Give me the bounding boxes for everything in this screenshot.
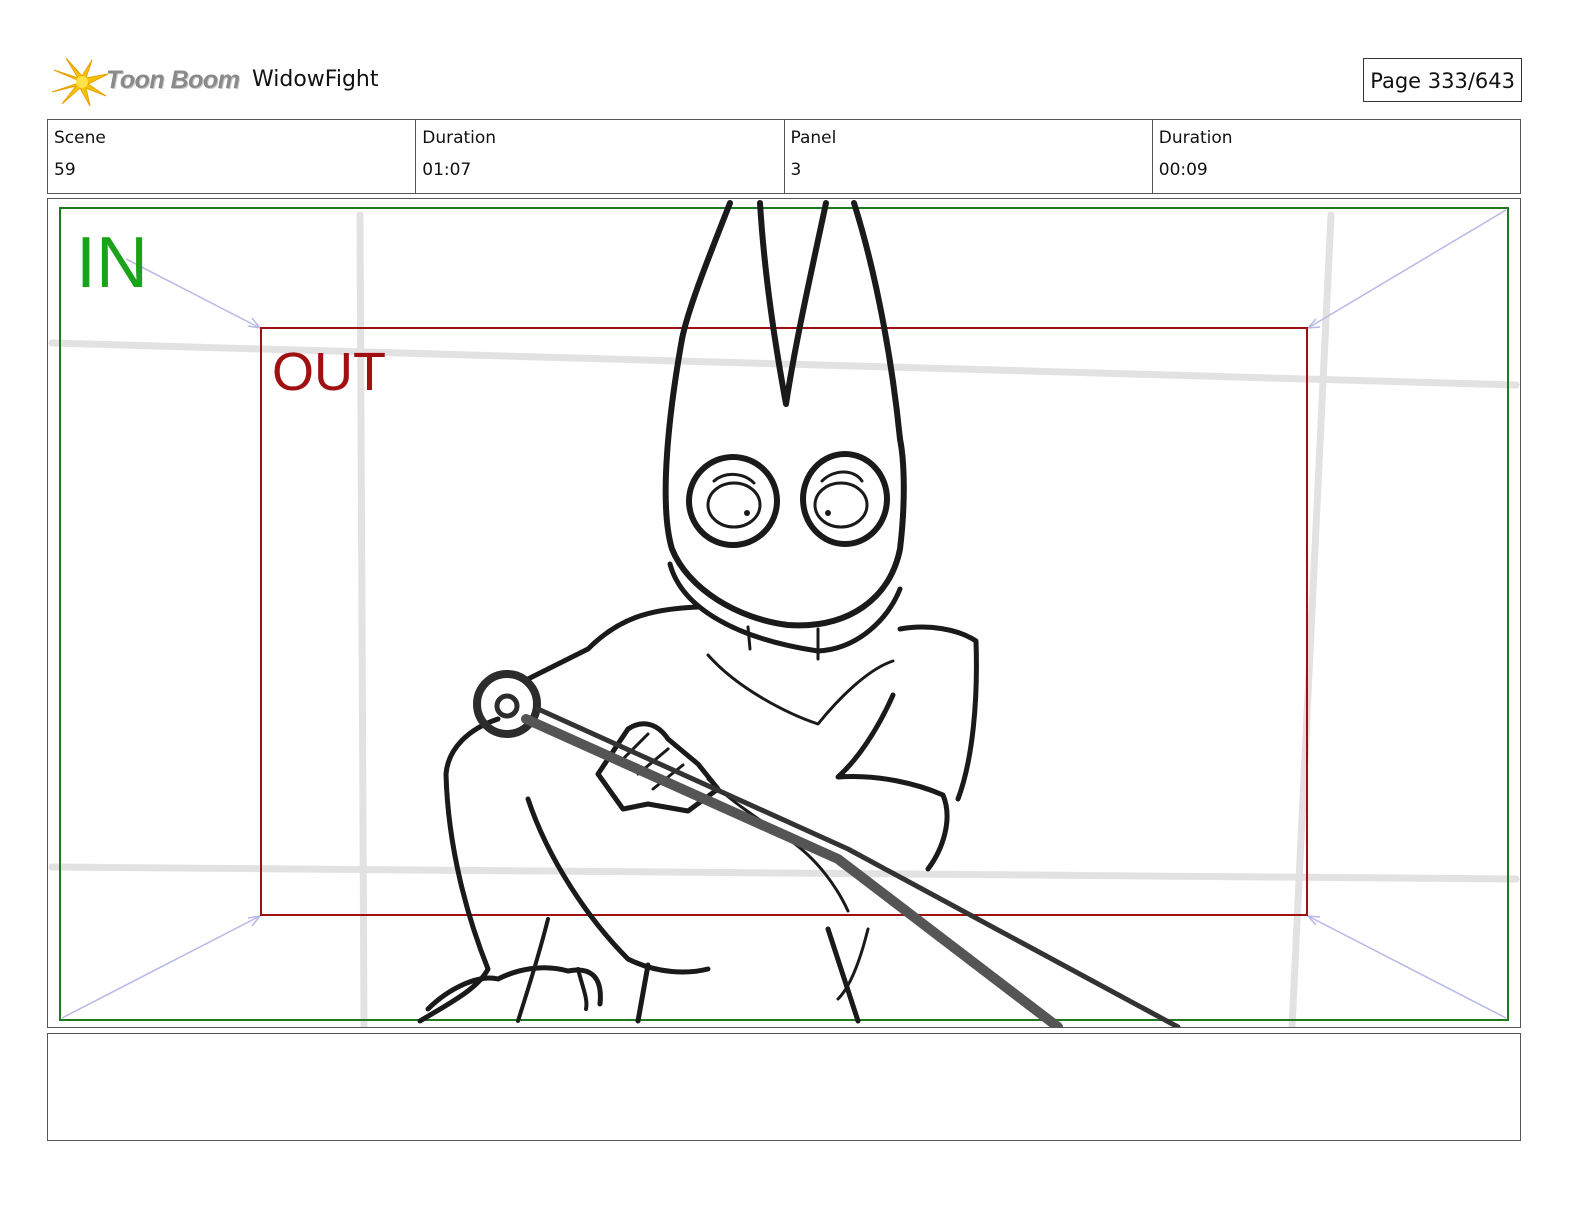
storyboard-panel: IN OUT [47,198,1521,1028]
project-title: WidowFight [252,67,379,92]
panel-value: 3 [790,160,802,180]
scene-duration-cell: Duration 01:07 [416,120,785,193]
starburst-icon [51,57,109,107]
scene-value: 59 [54,160,76,180]
panel-duration-cell: Duration 00:09 [1153,120,1520,193]
logo-text: Toon Boom [106,66,240,94]
page-header: Toon Boom WidowFight Page 333/643 [48,52,1522,108]
in-frame-label: IN [76,223,148,303]
scene-cell: Scene 59 [48,120,417,193]
panel-cell: Panel 3 [785,120,1153,193]
panel-notes-box[interactable] [47,1033,1521,1141]
scene-duration-value: 01:07 [422,160,472,180]
panel-duration-label: Duration [1158,128,1233,148]
out-frame-label: OUT [272,342,386,402]
panel-label: Panel [790,128,837,148]
panel-duration-value: 00:09 [1158,160,1208,180]
panel-drawing [48,200,1520,1027]
page-indicator: Page 333/643 [1363,58,1522,102]
camera-move-arrows [61,209,1507,1019]
in-frame [59,207,1509,1021]
sword-sketch [473,670,1181,1027]
background-grid [48,211,1520,1027]
toon-boom-logo: Toon Boom [51,56,242,108]
scene-duration-label: Duration [422,128,497,148]
scene-label: Scene [54,128,106,148]
scene-info-table: Scene 59 Duration 01:07 Panel 3 Duration… [47,119,1521,194]
